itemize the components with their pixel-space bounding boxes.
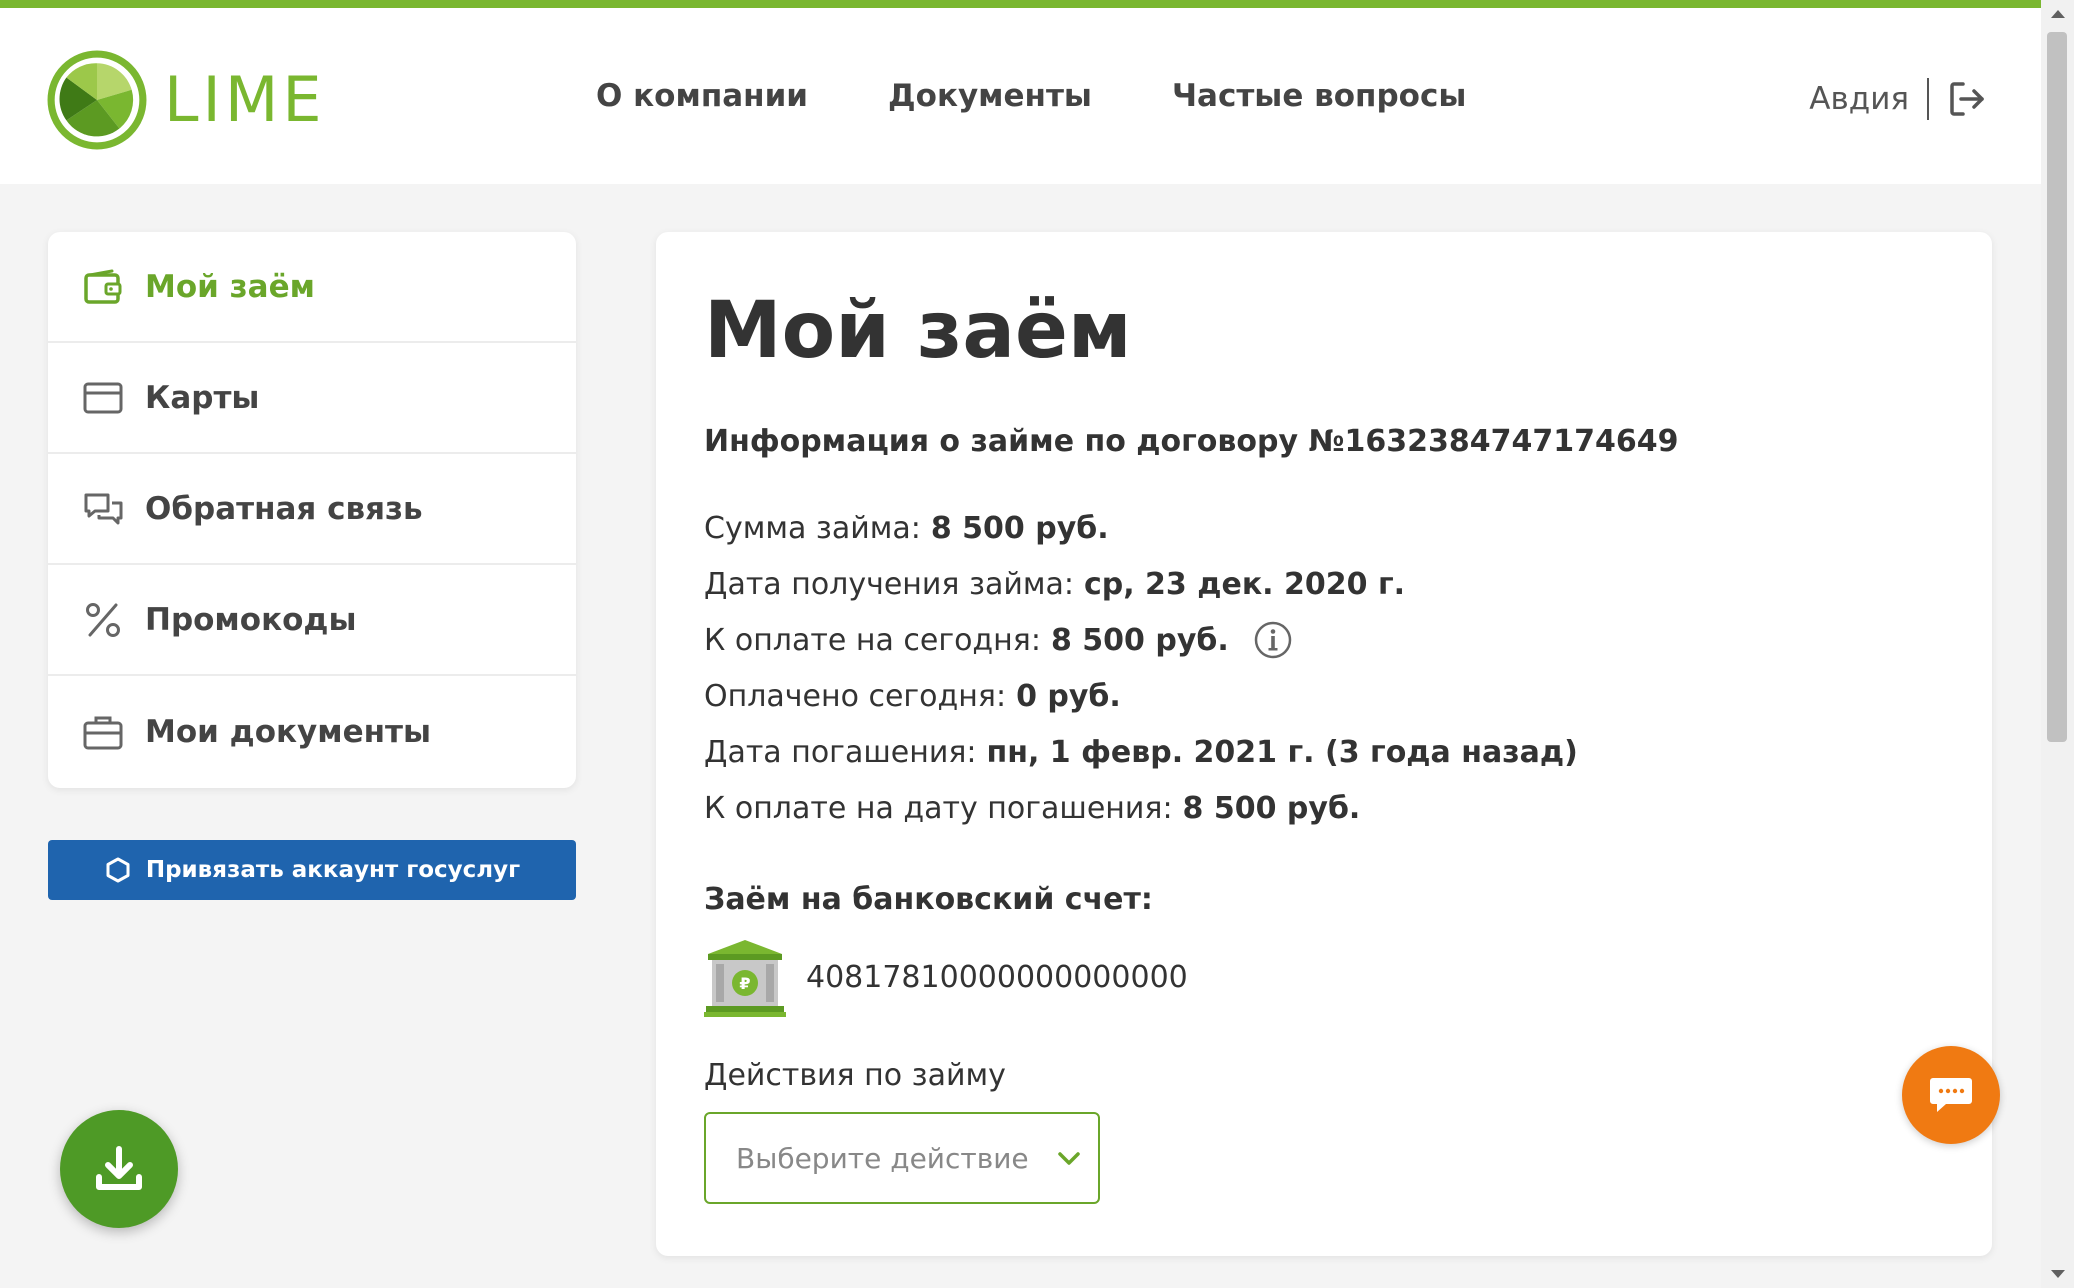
lime-logo-icon (47, 50, 147, 150)
fact-label: Дата погашения: (704, 734, 977, 770)
fact-value: 8 500 руб. (1182, 790, 1361, 826)
fact-value: 8 500 руб. (930, 510, 1109, 546)
fact-row: Оплачено сегодня: 0 руб. (704, 668, 1578, 724)
vertical-scrollbar[interactable] (2041, 0, 2074, 1288)
fact-label: К оплате на дату погашения: (704, 790, 1173, 826)
svg-text:₽: ₽ (739, 974, 750, 993)
scroll-down-arrow[interactable] (2051, 1270, 2065, 1278)
fact-label: К оплате на сегодня: (704, 622, 1041, 658)
briefcase-icon (83, 712, 123, 752)
account-number: 40817810000000000000 (806, 959, 1188, 995)
sidebar-item-my-loan[interactable]: Мой заём (48, 232, 576, 343)
scroll-thumb[interactable] (2047, 32, 2067, 742)
loan-facts: Сумма займа: 8 500 руб. Дата получения з… (704, 500, 1578, 836)
download-icon (96, 1146, 142, 1190)
sidebar-item-label: Мои документы (145, 714, 432, 750)
info-icon[interactable] (1253, 620, 1293, 660)
actions-label: Действия по займу (704, 1058, 1006, 1093)
card-icon (83, 378, 123, 418)
fact-label: Дата получения займа: (704, 566, 1074, 602)
top-accent-strip (0, 0, 2041, 8)
bank-account-title: Заём на банковский счет: (704, 882, 1153, 917)
bank-account-row: ₽ 40817810000000000000 (704, 936, 1188, 1018)
page-title: Мой заём (704, 286, 1132, 376)
select-placeholder: Выберите действие (736, 1141, 1029, 1175)
fact-value: ср, 23 дек. 2020 г. (1083, 566, 1406, 602)
page: LIME О компании Документы Частые вопросы… (0, 0, 2041, 1288)
chat-button[interactable] (1902, 1046, 2000, 1144)
fact-row: Дата погашения: пн, 1 февр. 2021 г. (3 г… (704, 724, 1578, 780)
nav-documents[interactable]: Документы (888, 78, 1092, 114)
nav-faq[interactable]: Частые вопросы (1172, 78, 1466, 114)
gosuslugi-icon (106, 857, 130, 883)
fact-label: Оплачено сегодня: (704, 678, 1007, 714)
link-gosuslugi-button[interactable]: Привязать аккаунт госуслуг (48, 840, 576, 900)
sidebar: Мой заём Карты Обратная связь Промокоды … (48, 232, 576, 788)
chevron-down-icon (1058, 1152, 1080, 1165)
sidebar-item-my-documents[interactable]: Мои документы (48, 676, 576, 788)
user-area: Авдия (1809, 78, 1987, 120)
brand-logo[interactable]: LIME (46, 45, 326, 155)
chat-icon (1930, 1078, 1972, 1112)
fact-value: 8 500 руб. (1050, 622, 1229, 658)
fact-value: 0 руб. (1016, 678, 1121, 714)
sidebar-item-label: Обратная связь (145, 490, 423, 527)
brand-name: LIME (164, 63, 326, 136)
loan-actions-select[interactable]: Выберите действие (704, 1112, 1100, 1204)
fact-row: К оплате на дату погашения: 8 500 руб. (704, 780, 1578, 836)
nav-about[interactable]: О компании (596, 78, 808, 114)
main-card: Мой заём Информация о займе по договору … (656, 232, 1992, 1256)
fact-label: Сумма займа: (704, 510, 921, 546)
sidebar-item-feedback[interactable]: Обратная связь (48, 454, 576, 565)
user-divider (1927, 78, 1929, 120)
sidebar-item-promocodes[interactable]: Промокоды (48, 565, 576, 676)
fact-row: Сумма займа: 8 500 руб. (704, 500, 1578, 556)
header: LIME О компании Документы Частые вопросы… (0, 8, 2041, 184)
link-gosuslugi-label: Привязать аккаунт госуслуг (145, 857, 521, 883)
download-app-button[interactable] (60, 1110, 178, 1228)
main-nav: О компании Документы Частые вопросы (596, 78, 1466, 114)
fact-row: Дата получения займа: ср, 23 дек. 2020 г… (704, 556, 1578, 612)
sidebar-item-label: Мой заём (145, 268, 315, 305)
chat-bubbles-icon (83, 489, 123, 529)
percent-icon (83, 600, 123, 640)
sidebar-item-label: Карты (145, 379, 260, 416)
user-name[interactable]: Авдия (1809, 81, 1909, 117)
contract-info: Информация о займе по договору №16323847… (704, 424, 1679, 459)
fact-row: К оплате на сегодня: 8 500 руб. (704, 612, 1578, 668)
wallet-icon (83, 267, 123, 307)
scroll-up-arrow[interactable] (2051, 10, 2065, 18)
bank-building-icon: ₽ (704, 940, 786, 1017)
logout-icon[interactable] (1947, 79, 1987, 119)
sidebar-item-label: Промокоды (145, 601, 357, 638)
sidebar-item-cards[interactable]: Карты (48, 343, 576, 454)
fact-value: пн, 1 февр. 2021 г. (3 года назад) (986, 734, 1578, 770)
